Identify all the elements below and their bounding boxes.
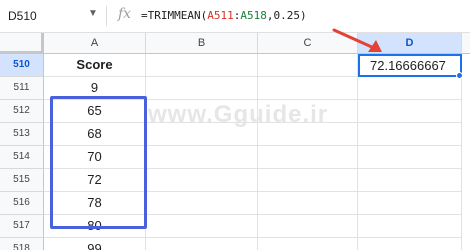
cell-b[interactable] — [146, 54, 258, 77]
fill-handle[interactable] — [456, 72, 463, 79]
cell-b[interactable] — [146, 146, 258, 169]
cell-b[interactable] — [146, 169, 258, 192]
cell-b[interactable] — [146, 215, 258, 238]
column-header-b[interactable]: B — [146, 33, 258, 54]
row-header[interactable]: 513 — [0, 123, 44, 146]
cell-c[interactable] — [258, 238, 358, 250]
cell-c[interactable] — [258, 77, 358, 100]
formula-ref-end: A518 — [240, 9, 267, 22]
cell-d[interactable] — [358, 77, 462, 100]
cell-b[interactable] — [146, 238, 258, 250]
row-header[interactable]: 518 — [0, 238, 44, 250]
formula-suffix: ,0.25) — [266, 9, 307, 22]
cell-c[interactable] — [258, 169, 358, 192]
column-header-e[interactable] — [462, 33, 470, 54]
selected-cell-d510[interactable]: 72.16666667 — [358, 54, 462, 77]
column-header-a[interactable]: A — [44, 33, 146, 54]
divider — [106, 6, 107, 26]
cell-d[interactable] — [358, 100, 462, 123]
cell-c[interactable] — [258, 215, 358, 238]
red-arrow-icon — [332, 28, 382, 52]
fx-icon: fx — [118, 6, 132, 22]
formula-prefix: =TRIMMEAN( — [141, 9, 208, 22]
cell-a[interactable]: 99 — [44, 238, 146, 250]
cell-c[interactable] — [258, 146, 358, 169]
chevron-down-icon[interactable]: ▼ — [88, 8, 98, 19]
row-header[interactable]: 510 — [0, 54, 44, 77]
select-all-corner[interactable] — [0, 33, 44, 54]
cell-c[interactable] — [258, 192, 358, 215]
row-header[interactable]: 517 — [0, 215, 44, 238]
cell-d[interactable] — [358, 123, 462, 146]
formula-ref-start: A511 — [207, 9, 234, 22]
cell-d[interactable] — [358, 192, 462, 215]
cell-a[interactable]: Score — [44, 54, 146, 77]
row-header[interactable]: 514 — [0, 146, 44, 169]
cell-c[interactable] — [258, 54, 358, 77]
row-header[interactable]: 512 — [0, 100, 44, 123]
highlight-box — [50, 96, 147, 229]
formula-bar: D510 ▼ fx =TRIMMEAN(A511:A518,0.25) — [0, 0, 470, 33]
cell-b[interactable] — [146, 77, 258, 100]
row-header[interactable]: 515 — [0, 169, 44, 192]
formula-input[interactable]: =TRIMMEAN(A511:A518,0.25) — [141, 9, 307, 22]
cell-d[interactable] — [358, 146, 462, 169]
row-header[interactable]: 511 — [0, 77, 44, 100]
cell-d[interactable] — [358, 215, 462, 238]
row-header[interactable]: 516 — [0, 192, 44, 215]
table-row: 518 99 — [0, 238, 470, 250]
cell-d[interactable] — [358, 169, 462, 192]
cell-b[interactable] — [146, 192, 258, 215]
cell-d[interactable] — [358, 238, 462, 250]
watermark: www.Gguide.ir — [148, 101, 329, 128]
name-box[interactable]: D510 — [8, 9, 37, 23]
